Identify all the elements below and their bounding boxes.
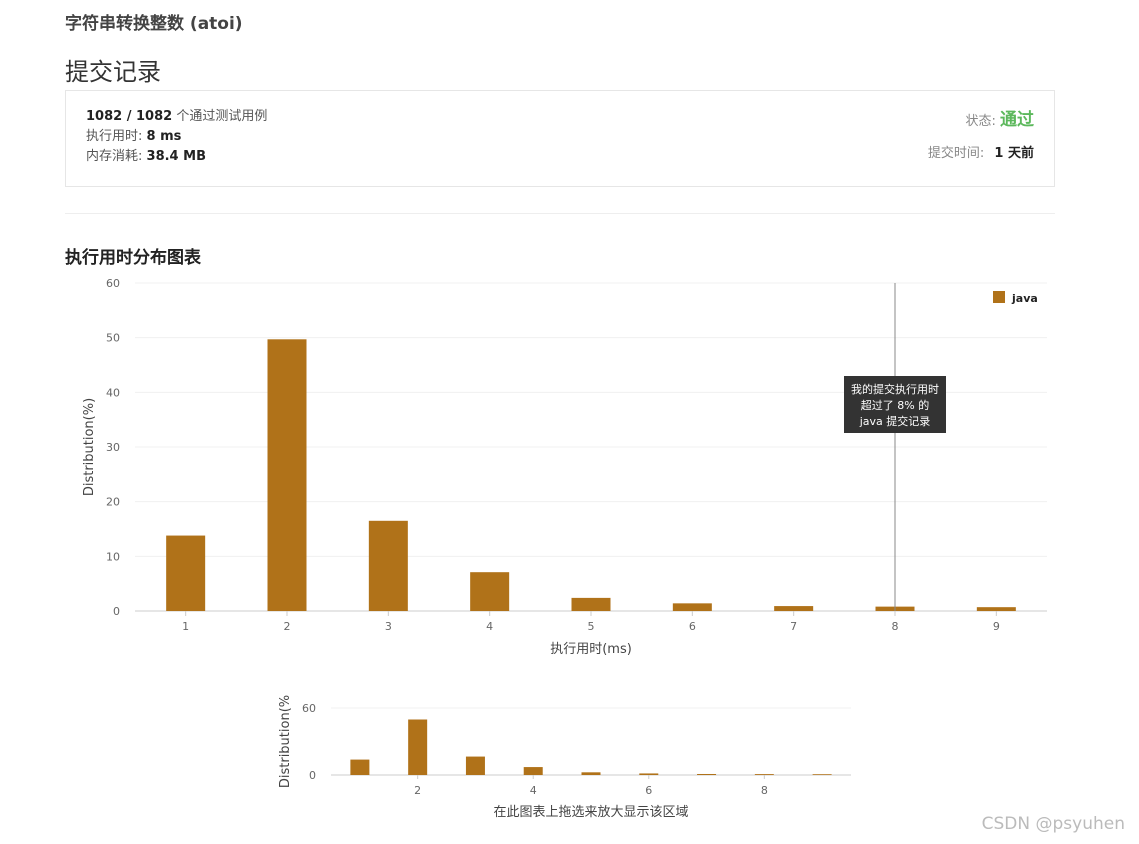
- runtime-label: 执行用时:: [86, 129, 143, 144]
- x-tick-label: 4: [486, 620, 493, 633]
- nav-bar-7: [697, 773, 717, 775]
- nav-bar-8: [754, 774, 774, 775]
- y-tick-label: 50: [106, 332, 120, 345]
- nav-y-tick-label: 60: [302, 702, 316, 715]
- x-tick-label: 2: [284, 620, 291, 633]
- tooltip-line: 我的提交执行用时: [851, 382, 939, 396]
- test-cases-suffix: 个通过测试用例: [176, 109, 268, 124]
- section-divider: [65, 213, 1055, 214]
- test-cases-row: 1082 / 1082 个通过测试用例: [86, 107, 267, 127]
- bar-5: [571, 597, 611, 611]
- submission-summary-card: 1082 / 1082 个通过测试用例 执行用时: 8 ms 内存消耗: 38.…: [65, 90, 1055, 187]
- memory-row: 内存消耗: 38.4 MB: [86, 147, 267, 167]
- watermark: CSDN @psyuhen: [981, 814, 1125, 834]
- summary-left: 1082 / 1082 个通过测试用例 执行用时: 8 ms 内存消耗: 38.…: [86, 107, 267, 167]
- submit-time-row: 提交时间: 1 天前: [928, 142, 1034, 161]
- nav-bar-1: [350, 759, 370, 775]
- nav-bar-2: [408, 719, 428, 775]
- x-tick-label: 6: [689, 620, 696, 633]
- page-title: 提交记录: [65, 58, 161, 86]
- x-tick-label: 7: [790, 620, 797, 633]
- y-tick-label: 60: [106, 277, 120, 290]
- status-label: 状态:: [965, 114, 996, 129]
- chart-section-title: 执行用时分布图表: [65, 248, 201, 268]
- y-tick-label: 10: [106, 550, 120, 563]
- bar-1: [166, 535, 206, 611]
- nav-x-tick-label: 2: [414, 784, 421, 797]
- nav-x-tick-label: 6: [645, 784, 652, 797]
- submit-time-value: 1 天前: [994, 146, 1034, 161]
- runtime-row: 执行用时: 8 ms: [86, 127, 267, 147]
- bar-3: [368, 520, 408, 611]
- nav-x-tick-label: 8: [761, 784, 768, 797]
- y-tick-label: 30: [106, 441, 120, 454]
- nav-bar-9: [812, 774, 832, 775]
- bar-4: [470, 572, 510, 611]
- x-tick-label: 9: [993, 620, 1000, 633]
- x-tick-label: 3: [385, 620, 392, 633]
- memory-value: 38.4 MB: [146, 149, 206, 164]
- x-tick-label: 1: [182, 620, 189, 633]
- memory-label: 内存消耗:: [86, 149, 143, 164]
- bar-6: [672, 603, 712, 611]
- nav-x-axis-label: 在此图表上拖选来放大显示该区域: [493, 805, 688, 820]
- zoom-navigator-chart[interactable]: 0 60 2 4 6 8 在此图表上拖选来放大显示该区域 Distribution(%: [0, 690, 1139, 830]
- tooltip-line: 超过了 8% 的: [861, 398, 929, 412]
- runtime-distribution-chart[interactable]: 0 10 20 30 40 50 60 1 2 3 4 5 6 7 8 9 执行用时(ms) Distributi…: [0, 270, 1139, 660]
- nav-bar-3: [465, 756, 485, 775]
- legend-swatch: [993, 291, 1005, 303]
- test-cases-count: 1082 / 1082: [86, 109, 173, 124]
- x-tick-label: 8: [892, 620, 899, 633]
- x-tick-label: 5: [588, 620, 595, 633]
- bar-7: [774, 606, 814, 611]
- x-axis-label: 执行用时(ms): [550, 642, 632, 657]
- y-tick-label: 0: [113, 605, 120, 618]
- nav-y-tick-label: 0: [309, 769, 316, 782]
- status-badge: 通过: [1000, 110, 1034, 130]
- nav-bar-6: [639, 773, 659, 775]
- submit-time-label: 提交时间:: [927, 146, 985, 161]
- y-tick-label: 40: [106, 386, 120, 399]
- problem-title: 字符串转换整数 (atoi): [65, 14, 243, 34]
- runtime-value: 8 ms: [146, 129, 182, 144]
- y-axis-label: Distribution(%): [82, 398, 97, 496]
- legend-label: java: [1011, 292, 1038, 305]
- nav-bar-5: [581, 772, 601, 775]
- summary-right: 状态: 通过 提交时间: 1 天前: [928, 105, 1034, 161]
- bar-2: [267, 339, 307, 611]
- nav-y-axis-label: Distribution(%: [278, 695, 293, 788]
- tooltip-line: java 提交记录: [859, 414, 931, 428]
- status-row: 状态: 通过: [928, 105, 1034, 130]
- bar-9: [976, 607, 1016, 611]
- nav-x-tick-label: 4: [530, 784, 537, 797]
- nav-bar-4: [523, 767, 543, 775]
- y-tick-label: 20: [106, 496, 120, 509]
